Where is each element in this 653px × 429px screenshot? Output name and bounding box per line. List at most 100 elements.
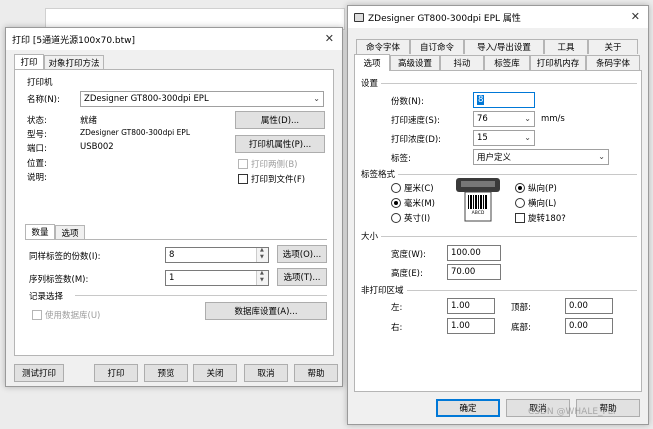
use-database-checkbox[interactable] bbox=[32, 310, 42, 320]
height-label: 高度(E): bbox=[391, 269, 423, 279]
print-dialog-titlebar: 打印 [5通道光源100x70.btw] ✕ bbox=[6, 28, 342, 50]
close-button[interactable]: 关闭 bbox=[193, 364, 237, 382]
unit-mm-radio[interactable] bbox=[391, 198, 401, 208]
print-dialog-title: 打印 [5通道光源100x70.btw] bbox=[12, 35, 136, 46]
printer-properties-button[interactable]: 打印机属性(P)... bbox=[235, 135, 325, 153]
darkness-select[interactable]: 15 ⌄ bbox=[473, 130, 535, 146]
printer-section-title: 打印机 bbox=[27, 78, 53, 88]
close-icon[interactable]: ✕ bbox=[631, 10, 640, 23]
speed-select[interactable]: 76 ⌄ bbox=[473, 111, 535, 127]
tab-import-export[interactable]: 导入/导出设置 bbox=[464, 39, 544, 54]
options-o-button[interactable]: 选项(O)... bbox=[277, 245, 327, 263]
bottom-margin-label: 底部: bbox=[511, 323, 531, 333]
unit-inch-radio[interactable] bbox=[391, 213, 401, 223]
properties-dialog-titlebar: ZDesigner GT800-300dpi EPL 属性 ✕ bbox=[348, 6, 648, 28]
tab-about[interactable]: 关于 bbox=[588, 39, 638, 54]
test-print-button[interactable]: 测试打印 bbox=[14, 364, 64, 382]
tab-quantity[interactable]: 数量 bbox=[25, 224, 55, 239]
landscape-radio[interactable] bbox=[515, 198, 525, 208]
tab-options[interactable]: 选项 bbox=[354, 54, 390, 71]
port-value: USB002 bbox=[80, 142, 114, 152]
speed-value: 76 bbox=[477, 114, 488, 124]
stock-select[interactable]: 用户定义 ⌄ bbox=[473, 149, 609, 165]
divider bbox=[361, 174, 637, 175]
left-margin-label: 左: bbox=[391, 303, 403, 313]
unit-inch-label: 英寸(I) bbox=[404, 214, 431, 224]
print-to-file-label: 打印到文件(F) bbox=[251, 175, 306, 185]
close-icon[interactable]: ✕ bbox=[325, 32, 334, 45]
tab-print[interactable]: 打印 bbox=[14, 54, 44, 69]
bottom-margin-value: 0.00 bbox=[569, 321, 588, 331]
left-margin-input[interactable]: 1.00 bbox=[447, 298, 495, 314]
stock-value: 用户定义 bbox=[477, 153, 512, 163]
size-section-title: 大小 bbox=[361, 230, 382, 242]
divider bbox=[75, 295, 327, 296]
chevron-down-icon: ⌄ bbox=[524, 133, 531, 142]
port-label: 端口: bbox=[27, 144, 47, 154]
options-t-button[interactable]: 选项(T)... bbox=[277, 268, 327, 286]
quantity-panel bbox=[25, 239, 327, 240]
label-preview-graphic: ABCD bbox=[455, 177, 501, 223]
tab-printer-memory[interactable]: 打印机内存 bbox=[530, 55, 586, 70]
chevron-down-icon: ⌄ bbox=[598, 152, 605, 161]
right-margin-input[interactable]: 1.00 bbox=[447, 318, 495, 334]
cancel-button[interactable]: 取消 bbox=[244, 364, 288, 382]
rotate180-label: 旋转180? bbox=[528, 214, 566, 224]
height-value: 70.00 bbox=[451, 267, 476, 277]
speed-label: 打印速度(S): bbox=[391, 116, 440, 126]
identical-copies-input[interactable]: 8 bbox=[165, 247, 269, 263]
ok-button[interactable]: 确定 bbox=[436, 399, 500, 417]
spin-icon[interactable] bbox=[256, 247, 268, 262]
tab-object-print-method[interactable]: 对象打印方法 bbox=[44, 55, 104, 70]
tab-advanced[interactable]: 高级设置 bbox=[390, 55, 440, 70]
divider bbox=[361, 83, 637, 84]
top-margin-input[interactable]: 0.00 bbox=[565, 298, 613, 314]
tab-tools[interactable]: 工具 bbox=[544, 39, 588, 54]
print-to-file-checkbox[interactable] bbox=[238, 174, 248, 184]
serial-labels-label: 序列标签数(M): bbox=[29, 275, 89, 285]
top-margin-label: 顶部: bbox=[511, 303, 531, 313]
bottom-margin-input[interactable]: 0.00 bbox=[565, 318, 613, 334]
unit-cm-radio[interactable] bbox=[391, 183, 401, 193]
print-tab-panel: 打印机 名称(N): ZDesigner GT800-300dpi EPL ⌄ … bbox=[14, 69, 334, 356]
copies-input[interactable]: 8 bbox=[473, 92, 535, 108]
tab-dithering[interactable]: 抖动 bbox=[440, 55, 484, 70]
tab-stocks[interactable]: 标签库 bbox=[484, 55, 530, 70]
database-setup-button[interactable]: 数据库设置(A)... bbox=[205, 302, 327, 320]
portrait-radio[interactable] bbox=[515, 183, 525, 193]
width-label: 宽度(W): bbox=[391, 250, 426, 260]
status-value: 就绪 bbox=[80, 116, 98, 126]
printer-name-select[interactable]: ZDesigner GT800-300dpi EPL ⌄ bbox=[80, 91, 324, 107]
rotate180-checkbox[interactable] bbox=[515, 213, 525, 223]
darkness-label: 打印浓度(D): bbox=[391, 135, 442, 145]
spin-icon[interactable] bbox=[256, 270, 268, 285]
duplex-label: 打印两侧(B) bbox=[251, 160, 298, 170]
properties-dialog-title: ZDesigner GT800-300dpi EPL 属性 bbox=[368, 13, 521, 24]
print-dialog: 打印 [5通道光源100x70.btw] ✕ 打印 对象打印方法 打印机 名称(… bbox=[5, 27, 343, 387]
print-button[interactable]: 打印 bbox=[94, 364, 138, 382]
left-margin-value: 1.00 bbox=[451, 301, 470, 311]
unit-mm-label: 毫米(M) bbox=[404, 199, 435, 209]
preview-button[interactable]: 预览 bbox=[144, 364, 188, 382]
height-input[interactable]: 70.00 bbox=[447, 264, 501, 280]
serial-labels-input[interactable]: 1 bbox=[165, 270, 269, 286]
location-label: 位置: bbox=[27, 159, 47, 169]
tab-options[interactable]: 选项 bbox=[55, 225, 85, 240]
portrait-label: 纵向(P) bbox=[528, 184, 557, 194]
record-selection-title: 记录选择 bbox=[29, 292, 64, 302]
type-label: 型号: bbox=[27, 130, 47, 140]
right-margin-label: 右: bbox=[391, 323, 403, 333]
width-input[interactable]: 100.00 bbox=[447, 245, 501, 261]
chevron-down-icon: ⌄ bbox=[313, 94, 320, 103]
help-button[interactable]: 帮助 bbox=[294, 364, 338, 382]
darkness-value: 15 bbox=[477, 133, 488, 143]
speed-unit: mm/s bbox=[541, 114, 565, 124]
name-label: 名称(N): bbox=[27, 95, 60, 105]
tab-command-font[interactable]: 命令字体 bbox=[356, 39, 410, 54]
top-margin-value: 0.00 bbox=[569, 301, 588, 311]
properties-button[interactable]: 属性(D)... bbox=[235, 111, 325, 129]
tab-barcode-fonts[interactable]: 条码字体 bbox=[586, 55, 640, 70]
duplex-checkbox[interactable] bbox=[238, 159, 248, 169]
tab-custom-command[interactable]: 自订命令 bbox=[410, 39, 464, 54]
copies-label: 份数(N): bbox=[391, 97, 424, 107]
